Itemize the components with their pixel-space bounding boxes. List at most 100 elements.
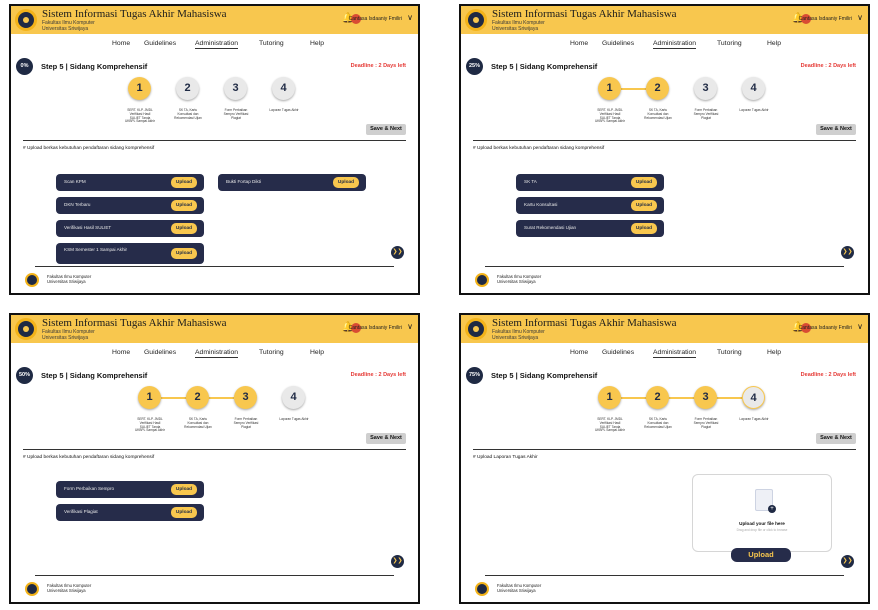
app-title: Sistem Informasi Tugas Akhir Mahasiswa [492, 8, 677, 20]
upload-button[interactable]: Upload [631, 223, 657, 234]
step-4[interactable]: 4 [742, 386, 765, 409]
nav-help[interactable]: Help [767, 349, 781, 356]
step-3-caption: Form Perbaikan Sempro Verifikasi Plagiat [223, 108, 249, 120]
file-dropzone[interactable]: + Upload your file here Drag and drop fi… [692, 474, 832, 552]
upload-button[interactable]: Upload [171, 200, 197, 211]
step-2-caption: SK TA, Kartu Konsultasi dan Rekomendasi … [644, 108, 672, 120]
app-title: Sistem Informasi Tugas Akhir Mahasiswa [42, 317, 227, 329]
chevron-down-icon[interactable]: ∨ [407, 13, 413, 22]
step-2-caption: SK TA, Kartu Konsultasi dan Rekomendasi … [644, 417, 672, 429]
main-nav: Home Guidelines Administration Tutoring … [461, 36, 868, 54]
nav-administration[interactable]: Administration [195, 40, 239, 49]
footer-text: Fakultas Ilmu Komputer Universitas Sriwi… [497, 274, 542, 284]
nav-tutoring[interactable]: Tutoring [259, 40, 284, 47]
step-4[interactable]: 4 [742, 77, 765, 100]
upload-button[interactable]: Upload [171, 223, 197, 234]
scroll-top-button[interactable]: ❯❯ [841, 246, 854, 259]
user-name[interactable]: Cantasa Isdaaniy Fmiliri [799, 325, 852, 331]
nav-home[interactable]: Home [112, 40, 130, 47]
upload-item: Form Perbaikan Sempro Upload [56, 481, 204, 498]
nav-administration[interactable]: Administration [195, 349, 239, 358]
step-3[interactable]: 3 [234, 386, 257, 409]
nav-guidelines[interactable]: Guidelines [602, 40, 634, 47]
step-4[interactable]: 4 [282, 386, 305, 409]
step-1-caption: SERT. KLP. JMDL Verifikasi Hasil SULIET … [125, 108, 155, 124]
step-2[interactable]: 2 [646, 386, 669, 409]
section-label: # Upload berkas kebutuhan pendaftaran si… [23, 455, 155, 460]
step-2[interactable]: 2 [176, 77, 199, 100]
chevron-down-icon[interactable]: ∨ [857, 13, 863, 22]
upload-button[interactable]: Upload [631, 200, 657, 211]
divider [473, 449, 856, 450]
upload-item: Verifikasi Hasil SULIET Upload [56, 220, 204, 237]
upload-button[interactable]: Upload [171, 177, 197, 188]
user-name[interactable]: Cantasa Isdaaniy Fmiliri [799, 16, 852, 22]
upload-button[interactable]: Upload [333, 177, 359, 188]
save-next-button[interactable]: Save & Next [816, 433, 856, 444]
upload-item: DKN Terbaru Upload [56, 197, 204, 214]
footer-text: Fakultas Ilmu Komputer Universitas Sriwi… [47, 274, 92, 284]
university-logo-icon [15, 9, 37, 31]
chevron-down-icon[interactable]: ∨ [857, 322, 863, 331]
step-3[interactable]: 3 [694, 77, 717, 100]
step-3[interactable]: 3 [224, 77, 247, 100]
chevron-down-icon[interactable]: ∨ [407, 322, 413, 331]
upload-button[interactable]: Upload [171, 484, 197, 495]
step-2[interactable]: 2 [186, 386, 209, 409]
step-1[interactable]: 1 [598, 386, 621, 409]
scroll-top-button[interactable]: ❯❯ [391, 246, 404, 259]
nav-administration[interactable]: Administration [653, 40, 697, 49]
nav-help[interactable]: Help [310, 40, 324, 47]
divider [473, 140, 856, 141]
upload-item: SK TA Upload [516, 174, 664, 191]
nav-guidelines[interactable]: Guidelines [144, 40, 176, 47]
save-next-button[interactable]: Save & Next [366, 433, 406, 444]
progress-percent-badge: 75% [466, 367, 483, 384]
nav-home[interactable]: Home [112, 349, 130, 356]
save-next-button[interactable]: Save & Next [366, 124, 406, 135]
upload-button[interactable]: Upload [631, 177, 657, 188]
nav-administration[interactable]: Administration [653, 349, 697, 358]
stepper-connector [621, 88, 646, 90]
deadline-text: Deadline : 2 Days left [800, 63, 856, 69]
nav-help[interactable]: Help [767, 40, 781, 47]
upload-button[interactable]: Upload [731, 548, 791, 562]
upload-button[interactable]: Upload [171, 507, 197, 518]
nav-help[interactable]: Help [310, 349, 324, 356]
nav-tutoring[interactable]: Tutoring [717, 349, 742, 356]
step-2[interactable]: 2 [646, 77, 669, 100]
app-header: Sistem Informasi Tugas Akhir Mahasiswa F… [461, 315, 868, 343]
save-next-button[interactable]: Save & Next [816, 124, 856, 135]
deadline-text: Deadline : 2 Days left [800, 372, 856, 378]
user-name[interactable]: Cantasa Isdaaniy Fmiliri [349, 16, 402, 22]
panel-step5-50: Sistem Informasi Tugas Akhir Mahasiswa F… [9, 313, 420, 604]
nav-guidelines[interactable]: Guidelines [602, 349, 634, 356]
main-nav: Home Guidelines Administration Tutoring … [11, 36, 418, 54]
nav-guidelines[interactable]: Guidelines [144, 349, 176, 356]
nav-home[interactable]: Home [570, 40, 588, 47]
step-4[interactable]: 4 [272, 77, 295, 100]
stepper: 1 2 3 4 [128, 77, 295, 103]
scroll-top-button[interactable]: ❯❯ [841, 555, 854, 568]
nav-home[interactable]: Home [570, 349, 588, 356]
step-3[interactable]: 3 [694, 386, 717, 409]
dropzone-sublabel: Drag and drop file or click to browse [736, 528, 788, 532]
panel-step5-0: Sistem Informasi Tugas Akhir Mahasiswa F… [9, 4, 420, 295]
upload-button[interactable]: Upload [171, 248, 197, 259]
scroll-top-button[interactable]: ❯❯ [391, 555, 404, 568]
stepper: 1 2 3 4 [598, 386, 765, 412]
plus-icon: + [768, 505, 776, 513]
panel-step5-75: Sistem Informasi Tugas Akhir Mahasiswa F… [459, 313, 870, 604]
step-1[interactable]: 1 [138, 386, 161, 409]
step-4-caption: Laporan Tugas Akhir [269, 108, 299, 112]
app-title: Sistem Informasi Tugas Akhir Mahasiswa [492, 317, 677, 329]
step-1[interactable]: 1 [598, 77, 621, 100]
nav-tutoring[interactable]: Tutoring [259, 349, 284, 356]
step-1[interactable]: 1 [128, 77, 151, 100]
app-header: Sistem Informasi Tugas Akhir Mahasiswa F… [461, 6, 868, 34]
step-title: Step 5 | Sidang Komprehensif [491, 62, 598, 71]
nav-tutoring[interactable]: Tutoring [717, 40, 742, 47]
step-1-caption: SERT. KLP. JMDL Verifikasi Hasil SULIET … [595, 108, 625, 124]
progress-percent-badge: 50% [16, 367, 33, 384]
user-name[interactable]: Cantasa Isdaaniy Fmiliri [349, 325, 402, 331]
